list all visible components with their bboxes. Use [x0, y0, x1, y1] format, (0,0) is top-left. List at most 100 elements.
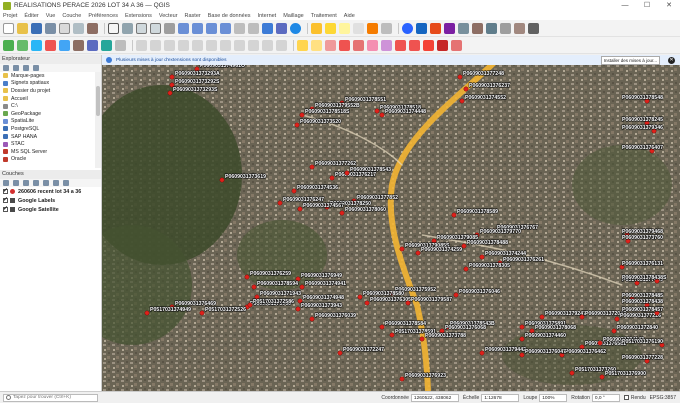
new-map-view-icon[interactable]: [262, 22, 273, 34]
add-vector-layer-icon[interactable]: [17, 39, 28, 51]
coordinate-field[interactable]: 1260522, 438062: [410, 393, 459, 402]
map-point-marker[interactable]: [291, 188, 297, 194]
vertex-tool-icon[interactable]: [192, 39, 203, 51]
crs-button[interactable]: EPSG:3857: [650, 395, 676, 401]
close-window-button[interactable]: ✕: [658, 0, 680, 11]
browser-item-mssql[interactable]: MS SQL Server: [0, 148, 101, 156]
magnifier-field[interactable]: 100%: [539, 393, 568, 402]
map-point-marker[interactable]: [337, 350, 343, 356]
remove-layer-icon[interactable]: [63, 180, 69, 186]
map-point-marker[interactable]: [459, 98, 465, 104]
menu-traitement[interactable]: Traitement: [311, 13, 337, 19]
menu-projet[interactable]: Projet: [3, 13, 17, 19]
map-point-marker[interactable]: [294, 122, 300, 128]
map-point-marker[interactable]: [389, 332, 395, 338]
browser-item-project-home[interactable]: Dossier du projet: [0, 87, 101, 95]
deselect-icon[interactable]: [353, 22, 364, 34]
map-point-marker[interactable]: [479, 254, 485, 260]
pan-map-icon[interactable]: [108, 22, 119, 34]
locator-search[interactable]: [3, 393, 98, 402]
data-source-manager-icon[interactable]: [3, 39, 14, 51]
layer-item-points[interactable]: 260606 recent lot 34 a 36: [0, 187, 101, 196]
map-point-marker[interactable]: [453, 292, 459, 298]
label-toolbar-extra-icon[interactable]: [451, 39, 462, 51]
zoom-rubber-band-icon[interactable]: [164, 22, 175, 34]
menu-raster[interactable]: Raster: [185, 13, 201, 19]
install-updates-button[interactable]: Installer des mises à jour...: [600, 55, 660, 65]
map-point-marker[interactable]: [597, 340, 603, 346]
enable-properties-icon[interactable]: [33, 65, 39, 71]
new-project-icon[interactable]: [3, 22, 14, 34]
zoom-native-icon[interactable]: [220, 22, 231, 34]
add-raster-layer-icon[interactable]: [31, 39, 42, 51]
add-feature-icon[interactable]: [178, 39, 189, 51]
select-all-icon[interactable]: [367, 22, 378, 34]
layer-item-google-satellite[interactable]: Google Satellite: [0, 205, 101, 214]
add-delimited-text-icon[interactable]: [45, 39, 56, 51]
map-tips-icon[interactable]: [486, 22, 497, 34]
new-bookmark-icon[interactable]: [500, 22, 511, 34]
map-point-marker[interactable]: [611, 328, 617, 334]
map-point-marker[interactable]: [299, 112, 305, 118]
rotate-label-icon[interactable]: [367, 39, 378, 51]
menu-couche[interactable]: Couche: [62, 13, 81, 19]
map-point-marker[interactable]: [144, 310, 150, 316]
map-point-marker[interactable]: [519, 324, 525, 330]
change-label-icon[interactable]: [381, 39, 392, 51]
toggle-editing-icon[interactable]: [136, 39, 147, 51]
new-3d-view-icon[interactable]: [276, 22, 287, 34]
cut-feature-icon[interactable]: [220, 39, 231, 51]
map-point-marker[interactable]: [219, 177, 225, 183]
map-point-marker[interactable]: [614, 316, 620, 322]
save-as-icon[interactable]: [45, 22, 56, 34]
browser-item-postgresql[interactable]: PostgreSQL: [0, 125, 101, 133]
map-point-marker[interactable]: [539, 314, 545, 320]
menu-editer[interactable]: Éditer: [24, 13, 38, 19]
zoom-out-icon[interactable]: [150, 22, 161, 34]
map-point-marker[interactable]: [479, 350, 485, 356]
style-manager-icon[interactable]: [87, 22, 98, 34]
browser-scrollbar[interactable]: [95, 72, 101, 168]
map-point-marker[interactable]: [167, 90, 173, 96]
zoom-to-layer-icon[interactable]: [206, 22, 217, 34]
map-svg[interactable]: P0609031374961OP0609031373293AP060903137…: [102, 55, 680, 391]
add-postgis-icon[interactable]: [59, 39, 70, 51]
map-point-marker[interactable]: [451, 212, 457, 218]
identify-features-icon[interactable]: [311, 22, 322, 34]
map-point-marker[interactable]: [419, 336, 425, 342]
label-tool-icon[interactable]: [297, 39, 308, 51]
layer-labeling-icon[interactable]: [311, 39, 322, 51]
undo-icon[interactable]: [262, 39, 273, 51]
map-point-marker[interactable]: [297, 206, 303, 212]
map-point-marker[interactable]: [277, 200, 283, 206]
filter-legend-icon[interactable]: [33, 180, 39, 186]
highlight-labels-icon[interactable]: [339, 39, 350, 51]
save-project-icon[interactable]: [31, 22, 42, 34]
browser-item-spatial-bookmarks[interactable]: Signets spatiaux: [0, 80, 101, 88]
browser-item-c-drive[interactable]: C:\: [0, 102, 101, 110]
settings-icon[interactable]: [528, 22, 539, 34]
add-group-icon[interactable]: [13, 180, 19, 186]
map-point-marker[interactable]: [309, 316, 315, 322]
pin-labels-icon[interactable]: [325, 39, 336, 51]
map-point-marker[interactable]: [463, 266, 469, 272]
render-checkbox[interactable]: [623, 395, 629, 400]
menu-aide[interactable]: Aide: [344, 13, 355, 19]
browser-item-geopackage[interactable]: GeoPackage: [0, 110, 101, 118]
map-point-marker[interactable]: [344, 170, 350, 176]
map-point-marker[interactable]: [399, 246, 405, 252]
zoom-to-selection-icon[interactable]: [192, 22, 203, 34]
new-layer-icon[interactable]: [115, 39, 126, 51]
select-features-icon[interactable]: [325, 22, 336, 34]
browser-item-home[interactable]: Accueil: [0, 95, 101, 103]
menu-maillage[interactable]: Maillage: [283, 13, 303, 19]
menu-vue[interactable]: Vue: [46, 13, 56, 19]
zoom-last-icon[interactable]: [234, 22, 245, 34]
map-point-marker[interactable]: [399, 376, 405, 382]
map-canvas[interactable]: P0609031374961O P0609031373293A P060903137…: [102, 55, 680, 391]
browser-item-oracle[interactable]: Oracle: [0, 156, 101, 164]
browser-item-stac[interactable]: STAC: [0, 140, 101, 148]
zoom-next-icon[interactable]: [248, 22, 259, 34]
open-project-icon[interactable]: [17, 22, 28, 34]
callout-tool-icon[interactable]: [423, 39, 434, 51]
